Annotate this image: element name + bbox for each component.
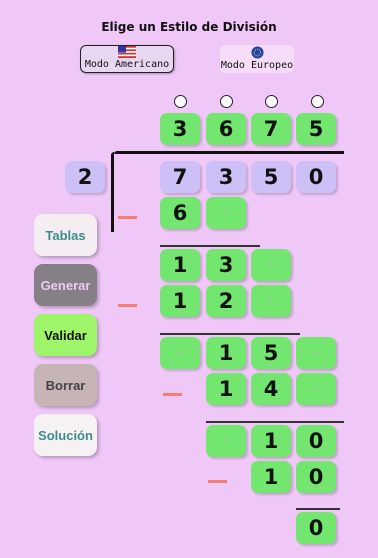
quotient-digit[interactable]: 6 (206, 113, 246, 145)
work-cell[interactable]: – (206, 197, 246, 229)
work-cell[interactable]: – (296, 337, 336, 369)
dividend-digit[interactable]: 5 (251, 161, 291, 193)
clear-button[interactable]: Borrar (34, 364, 97, 406)
american-mode-button[interactable]: Modo Americano (80, 45, 174, 73)
american-mode-label: Modo Americano (84, 59, 170, 70)
validate-button[interactable]: Validar (34, 314, 97, 356)
work-cell[interactable]: 0 (296, 461, 336, 493)
division-bracket-top (114, 151, 344, 154)
generate-button[interactable]: Generar (34, 264, 97, 306)
quotient-digit[interactable]: 3 (160, 113, 200, 145)
european-mode-button[interactable]: Modo Europeo (220, 45, 294, 73)
quotient-digit[interactable]: 7 (251, 113, 291, 145)
work-cell[interactable]: 6 (160, 197, 200, 229)
page-title: Elige un Estilo de División (101, 20, 277, 34)
work-cell[interactable]: – (206, 425, 246, 457)
work-cell[interactable]: 1 (206, 373, 246, 405)
work-cell[interactable]: – (251, 285, 291, 317)
quotient-check-circle[interactable] (220, 95, 233, 108)
work-cell[interactable]: – (251, 249, 291, 281)
work-cell[interactable]: 4 (251, 373, 291, 405)
us-flag-icon (118, 46, 136, 58)
minus-sign (208, 480, 227, 483)
work-cell[interactable]: 3 (206, 249, 246, 281)
work-cell[interactable]: 0 (296, 425, 336, 457)
work-cell[interactable]: – (160, 337, 200, 369)
eu-flag-icon (250, 46, 264, 59)
tables-button[interactable]: Tablas (34, 214, 97, 256)
work-cell[interactable]: 1 (206, 337, 246, 369)
work-cell[interactable]: 1 (160, 285, 200, 317)
work-cell[interactable]: 1 (251, 425, 291, 457)
dividend-digit[interactable]: 3 (206, 161, 246, 193)
subtraction-line (160, 245, 260, 247)
quotient-check-circle[interactable] (265, 95, 278, 108)
work-cell[interactable]: 1 (251, 461, 291, 493)
dividend-digit[interactable]: 0 (296, 161, 336, 193)
work-cell[interactable]: 5 (251, 337, 291, 369)
work-cell[interactable]: – (296, 373, 336, 405)
divisor-digit[interactable]: 2 (65, 161, 105, 193)
subtraction-line (296, 508, 340, 510)
work-cell[interactable]: 2 (206, 285, 246, 317)
quotient-check-circle[interactable] (311, 95, 324, 108)
solution-button[interactable]: Solución (34, 414, 97, 456)
work-cell[interactable]: 1 (160, 249, 200, 281)
subtraction-line (160, 333, 300, 335)
minus-sign (163, 393, 182, 396)
quotient-check-circle[interactable] (174, 95, 187, 108)
remainder-cell[interactable]: 0 (296, 512, 336, 544)
division-bracket-side (111, 152, 114, 232)
minus-sign (118, 304, 137, 307)
european-mode-label: Modo Europeo (220, 60, 294, 71)
quotient-digit[interactable]: 5 (296, 113, 336, 145)
dividend-digit[interactable]: 7 (160, 161, 200, 193)
minus-sign (118, 216, 137, 219)
subtraction-line (206, 421, 344, 423)
